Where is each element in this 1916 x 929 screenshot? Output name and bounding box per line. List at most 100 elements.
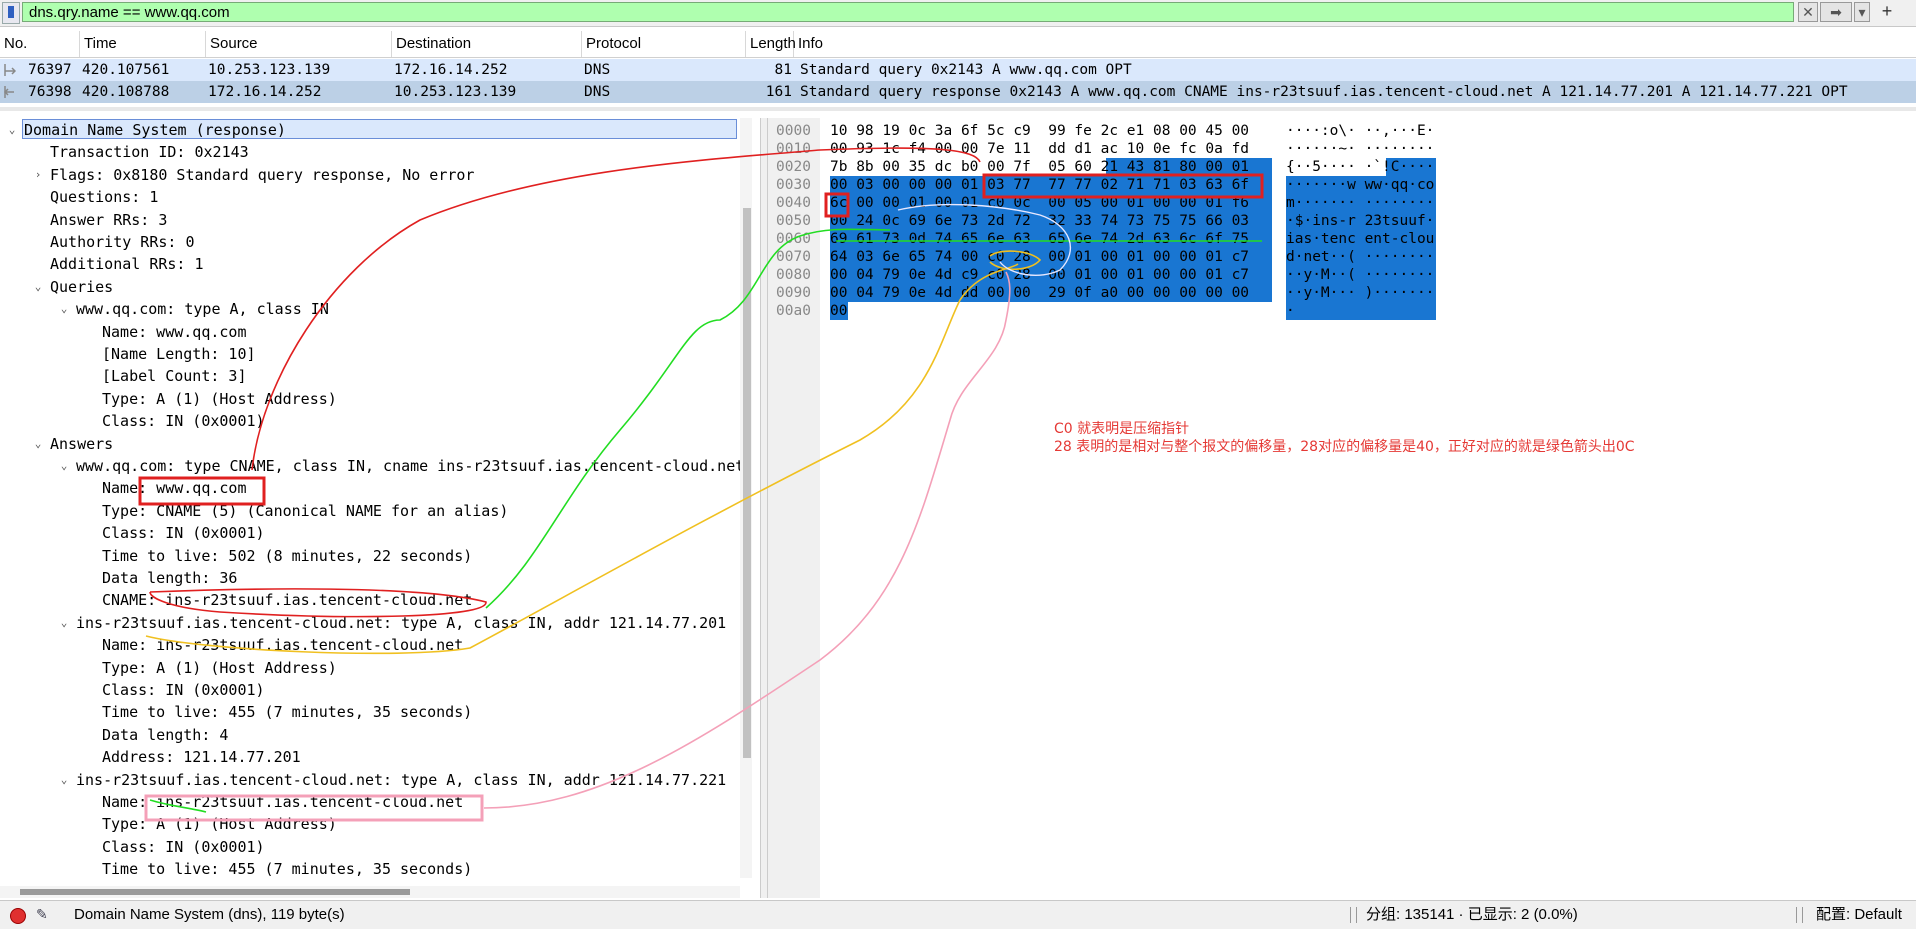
- expand-arrow-icon[interactable]: ⌄: [58, 612, 70, 634]
- packet-list-scrollbar[interactable]: [0, 107, 1916, 111]
- expert-info-icon[interactable]: [10, 908, 26, 924]
- hex-bytes[interactable]: 00 03 00 00 00 01 03 77 77 77 02 71 71 0…: [830, 176, 1249, 194]
- ascii-bytes[interactable]: ·: [1286, 302, 1295, 320]
- ascii-bytes[interactable]: ·······w ww·qq·co: [1286, 176, 1434, 194]
- tree-item[interactable]: Type: CNAME (5) (Canonical NAME for an a…: [102, 500, 508, 522]
- byte-offset[interactable]: 0040: [776, 194, 811, 212]
- apply-filter-button[interactable]: ➡: [1820, 2, 1852, 22]
- hex-bytes[interactable]: 00 24 0c 69 6e 73 2d 72 32 33 74 73 75 7…: [830, 212, 1249, 230]
- packet-row-selected[interactable]: 76398 420.108788 172.16.14.252 10.253.12…: [0, 81, 1916, 103]
- ascii-bytes[interactable]: ······~· ········: [1286, 140, 1434, 158]
- details-vertical-scrollbar[interactable]: [740, 118, 752, 878]
- ascii-bytes[interactable]: ····:o\· ··,···E·: [1286, 122, 1434, 140]
- ascii-bytes[interactable]: d·net··( ········: [1286, 248, 1434, 266]
- column-header-source[interactable]: Source: [206, 31, 392, 57]
- bookmark-icon[interactable]: [2, 2, 20, 24]
- tree-item[interactable]: Class: IN (0x0001): [102, 679, 265, 701]
- byte-offset[interactable]: 0080: [776, 266, 811, 284]
- scrollbar-thumb[interactable]: [743, 208, 751, 758]
- tree-item[interactable]: Data length: 36: [102, 567, 237, 589]
- tree-item[interactable]: Address: 121.14.77.201: [102, 746, 301, 768]
- byte-offset[interactable]: 0030: [776, 176, 811, 194]
- tree-item[interactable]: [Label Count: 3]: [102, 365, 247, 387]
- hex-bytes[interactable]: 6c 00 00 01 00 01 c0 0c 00 05 00 01 00 0…: [830, 194, 1249, 212]
- ascii-bytes[interactable]: ··y·M··· )·······: [1286, 284, 1434, 302]
- expand-arrow-icon[interactable]: ⌄: [58, 298, 70, 320]
- tree-item[interactable]: Type: A (1) (Host Address): [102, 657, 337, 679]
- hex-bytes[interactable]: 10 98 19 0c 3a 6f 5c c9 99 fe 2c e1 08 0…: [830, 122, 1249, 140]
- tree-item[interactable]: Answers: [50, 433, 113, 455]
- expand-arrow-icon[interactable]: ⌄: [6, 119, 18, 141]
- tree-item[interactable]: Type: A (1) (Host Address): [102, 388, 337, 410]
- tree-item[interactable]: www.qq.com: type CNAME, class IN, cname …: [76, 455, 744, 477]
- byte-offset[interactable]: 0050: [776, 212, 811, 230]
- hex-bytes[interactable]: 00 04 79 0e 4d c9 c0 28 00 01 00 01 00 0…: [830, 266, 1249, 284]
- tree-item[interactable]: Class: IN (0x0001): [102, 836, 265, 858]
- tree-item[interactable]: [Name Length: 10]: [102, 343, 256, 365]
- hex-bytes[interactable]: 64 03 6e 65 74 00 c0 28 00 01 00 01 00 0…: [830, 248, 1249, 266]
- details-horizontal-scrollbar[interactable]: [0, 886, 740, 898]
- ascii-bytes[interactable]: ··y·M··( ········: [1286, 266, 1434, 284]
- tree-item[interactable]: Flags: 0x8180 Standard query response, N…: [50, 164, 474, 186]
- tree-item[interactable]: ins-r23tsuuf.ias.tencent-cloud.net: type…: [76, 612, 726, 634]
- tree-item[interactable]: Additional RRs: 1: [50, 253, 204, 275]
- ascii-bytes[interactable]: ·$·ins-r 23tsuuf·: [1286, 212, 1434, 230]
- ascii-bytes[interactable]: m······· ········: [1286, 194, 1434, 212]
- scrollbar-thumb[interactable]: [20, 889, 410, 895]
- status-profile[interactable]: 配置: Default: [1816, 901, 1902, 929]
- tree-item[interactable]: Name: www.qq.com: [102, 477, 247, 499]
- hex-bytes[interactable]: 7b 8b 00 35 dc b0 00 7f 05 60 21 43 81 8…: [830, 158, 1249, 176]
- byte-offset[interactable]: 00a0: [776, 302, 811, 320]
- byte-offset[interactable]: 0060: [776, 230, 811, 248]
- tree-item[interactable]: Name: ins-r23tsuuf.ias.tencent-cloud.net: [102, 791, 463, 813]
- display-filter-input[interactable]: dns.qry.name == www.qq.com: [22, 2, 1794, 22]
- expand-arrow-icon[interactable]: ⌄: [58, 455, 70, 477]
- tree-item[interactable]: Type: A (1) (Host Address): [102, 813, 337, 835]
- status-selected-field: Domain Name System (dns), 119 byte(s): [74, 906, 345, 923]
- hex-bytes[interactable]: 00: [830, 302, 847, 320]
- expand-arrow-icon[interactable]: ⌄: [32, 433, 44, 455]
- add-filter-button[interactable]: +: [1876, 2, 1898, 22]
- ascii-bytes[interactable]: ias·tenc ent-clou: [1286, 230, 1434, 248]
- tree-item[interactable]: Time to live: 502 (8 minutes, 22 seconds…: [102, 545, 472, 567]
- byte-offset[interactable]: 0000: [776, 122, 811, 140]
- column-header-no[interactable]: No.: [0, 31, 80, 57]
- byte-offset[interactable]: 0010: [776, 140, 811, 158]
- packet-row[interactable]: 76397 420.107561 10.253.123.139 172.16.1…: [0, 59, 1916, 81]
- tree-item[interactable]: Answer RRs: 3: [50, 209, 167, 231]
- tree-item[interactable]: Domain Name System (response): [24, 119, 286, 141]
- tree-item[interactable]: www.qq.com: type A, class IN: [76, 298, 329, 320]
- tree-item[interactable]: ins-r23tsuuf.ias.tencent-cloud.net: type…: [76, 769, 726, 791]
- clear-filter-button[interactable]: ✕: [1798, 2, 1818, 22]
- collapse-arrow-icon[interactable]: ›: [32, 164, 44, 186]
- byte-offset[interactable]: 0020: [776, 158, 811, 176]
- column-header-destination[interactable]: Destination: [392, 31, 582, 57]
- tree-item[interactable]: CNAME: ins-r23tsuuf.ias.tencent-cloud.ne…: [102, 589, 472, 611]
- tree-item[interactable]: Time to live: 455 (7 minutes, 35 seconds…: [102, 701, 472, 723]
- expand-arrow-icon[interactable]: ⌄: [32, 276, 44, 298]
- ascii-bytes[interactable]: {··5···· ·`!C····: [1286, 158, 1434, 176]
- pane-splitter[interactable]: [760, 118, 768, 898]
- tree-item[interactable]: Time to live: 455 (7 minutes, 35 seconds…: [102, 858, 472, 880]
- filter-history-dropdown[interactable]: ▾: [1854, 2, 1870, 22]
- tree-item[interactable]: Authority RRs: 0: [50, 231, 195, 253]
- tree-item[interactable]: Class: IN (0x0001): [102, 522, 265, 544]
- tree-item[interactable]: Transaction ID: 0x2143: [50, 141, 249, 163]
- tree-item[interactable]: Questions: 1: [50, 186, 158, 208]
- edit-comment-icon[interactable]: ✎: [36, 906, 48, 923]
- tree-item[interactable]: Class: IN (0x0001): [102, 410, 265, 432]
- column-header-info[interactable]: Info: [794, 31, 1916, 57]
- hex-bytes[interactable]: 00 93 1c f4 00 00 7e 11 dd d1 ac 10 0e f…: [830, 140, 1249, 158]
- byte-offset[interactable]: 0090: [776, 284, 811, 302]
- expand-arrow-icon[interactable]: ⌄: [58, 769, 70, 791]
- column-header-time[interactable]: Time: [80, 31, 206, 57]
- column-header-length[interactable]: Length: [746, 31, 796, 57]
- byte-offset[interactable]: 0070: [776, 248, 811, 266]
- hex-bytes[interactable]: 00 04 79 0e 4d dd 00 00 29 0f a0 00 00 0…: [830, 284, 1249, 302]
- tree-item[interactable]: Name: www.qq.com: [102, 321, 247, 343]
- hex-bytes[interactable]: 69 61 73 0d 74 65 6e 63 65 6e 74 2d 63 6…: [830, 230, 1249, 248]
- tree-item[interactable]: Name: ins-r23tsuuf.ias.tencent-cloud.net: [102, 634, 463, 656]
- tree-item[interactable]: Queries: [50, 276, 113, 298]
- column-header-protocol[interactable]: Protocol: [582, 31, 746, 57]
- tree-item[interactable]: Data length: 4: [102, 724, 228, 746]
